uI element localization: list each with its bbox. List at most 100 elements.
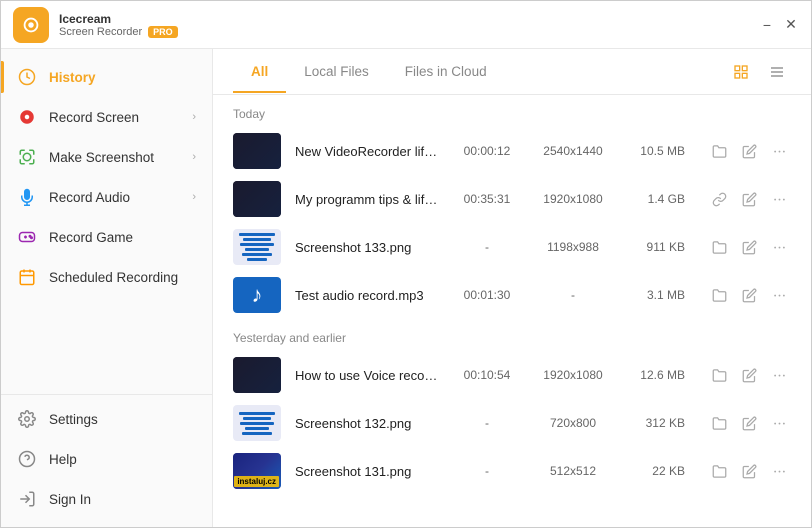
tab-all[interactable]: All: [233, 52, 286, 93]
sidebar-label-help: Help: [49, 452, 77, 467]
folder-button[interactable]: [707, 459, 731, 483]
file-name: How to use Voice recorder.mp4: [295, 368, 441, 383]
table-row[interactable]: My programm tips & lifehacks.mp4 00:35:3…: [213, 175, 811, 223]
more-button[interactable]: [767, 187, 791, 211]
more-button[interactable]: [767, 363, 791, 387]
link-button[interactable]: [707, 187, 731, 211]
file-thumbnail: [233, 229, 281, 265]
app-title-block: Icecream Screen Recorder PRO: [59, 12, 759, 38]
edit-button[interactable]: [737, 187, 761, 211]
sidebar-label-settings: Settings: [49, 412, 98, 427]
edit-button[interactable]: [737, 411, 761, 435]
folder-button[interactable]: [707, 411, 731, 435]
file-size: 911 KB: [627, 240, 685, 254]
schedule-icon: [17, 267, 37, 287]
file-duration: 00:35:31: [455, 192, 519, 206]
file-actions: [707, 187, 791, 211]
file-thumbnail: ♪: [233, 277, 281, 313]
file-duration: -: [455, 464, 519, 478]
title-bar: Icecream Screen Recorder PRO − ✕: [1, 1, 811, 49]
file-thumbnail: [233, 133, 281, 169]
history-icon: [17, 67, 37, 87]
chevron-right-icon3: ›: [192, 191, 196, 203]
file-name: New VideoRecorder lifehacks.mp4: [295, 144, 441, 159]
help-icon: [17, 449, 37, 469]
grid-view-button[interactable]: [727, 58, 755, 86]
audio-icon: [17, 187, 37, 207]
more-button[interactable]: [767, 411, 791, 435]
sidebar-item-audio[interactable]: Record Audio ›: [1, 177, 212, 217]
sidebar-label-schedule: Scheduled Recording: [49, 270, 178, 285]
more-button[interactable]: [767, 139, 791, 163]
file-duration: -: [455, 240, 519, 254]
screenshot-icon: [17, 147, 37, 167]
edit-button[interactable]: [737, 235, 761, 259]
sidebar-item-help[interactable]: Help: [1, 439, 212, 479]
folder-button[interactable]: [707, 235, 731, 259]
edit-button[interactable]: [737, 139, 761, 163]
sidebar-item-record-screen[interactable]: Record Screen ›: [1, 97, 212, 137]
file-name: My programm tips & lifehacks.mp4: [295, 192, 441, 207]
file-duration: 00:00:12: [455, 144, 519, 158]
more-button[interactable]: [767, 283, 791, 307]
tab-local-files[interactable]: Local Files: [286, 52, 387, 93]
section-header-today: Today: [213, 95, 811, 127]
table-row[interactable]: New VideoRecorder lifehacks.mp4 00:00:12…: [213, 127, 811, 175]
sidebar-label-game: Record Game: [49, 230, 133, 245]
file-actions: [707, 363, 791, 387]
sidebar-item-schedule[interactable]: Scheduled Recording: [1, 257, 212, 297]
sidebar-item-history[interactable]: History: [1, 57, 212, 97]
app-window: Icecream Screen Recorder PRO − ✕: [0, 0, 812, 528]
tab-files-in-cloud[interactable]: Files in Cloud: [387, 52, 505, 93]
file-thumbnail: [233, 405, 281, 441]
folder-button[interactable]: [707, 139, 731, 163]
app-logo: [13, 7, 49, 43]
edit-button[interactable]: [737, 459, 761, 483]
file-duration: -: [455, 416, 519, 430]
folder-button[interactable]: [707, 283, 731, 307]
file-size: 10.5 MB: [627, 144, 685, 158]
table-row[interactable]: Screenshot 132.png - 720x800 312 KB: [213, 399, 811, 447]
sidebar-item-game[interactable]: Record Game: [1, 217, 212, 257]
sidebar-item-signin[interactable]: Sign In: [1, 479, 212, 519]
file-resolution: 512x512: [533, 464, 613, 478]
edit-button[interactable]: [737, 283, 761, 307]
edit-button[interactable]: [737, 363, 761, 387]
more-button[interactable]: [767, 235, 791, 259]
file-actions: [707, 411, 791, 435]
app-sub: Screen Recorder PRO: [59, 26, 759, 38]
sidebar-item-settings[interactable]: Settings: [1, 399, 212, 439]
file-resolution: 1920x1080: [533, 368, 613, 382]
chevron-right-icon2: ›: [192, 151, 196, 163]
sidebar-bottom: Settings Help: [1, 394, 212, 519]
list-view-button[interactable]: [763, 58, 791, 86]
file-size: 1.4 GB: [627, 192, 685, 206]
app-name: Icecream: [59, 12, 759, 26]
table-row[interactable]: instaluj.cz Screenshot 131.png - 512x512…: [213, 447, 811, 495]
sidebar-item-screenshot[interactable]: Make Screenshot ›: [1, 137, 212, 177]
more-button[interactable]: [767, 459, 791, 483]
minimize-button[interactable]: −: [759, 17, 775, 33]
chevron-right-icon: ›: [192, 111, 196, 123]
close-button[interactable]: ✕: [783, 17, 799, 33]
sidebar-label-history: History: [49, 70, 96, 85]
folder-button[interactable]: [707, 363, 731, 387]
sidebar-label-audio: Record Audio: [49, 190, 130, 205]
file-name: Screenshot 133.png: [295, 240, 441, 255]
sidebar-label-screenshot: Make Screenshot: [49, 150, 154, 165]
file-size: 22 KB: [627, 464, 685, 478]
tabs-bar: All Local Files Files in Cloud: [213, 49, 811, 95]
pro-badge: PRO: [148, 26, 178, 38]
table-row[interactable]: How to use Voice recorder.mp4 00:10:54 1…: [213, 351, 811, 399]
file-name: Screenshot 132.png: [295, 416, 441, 431]
file-resolution: -: [533, 288, 613, 302]
table-row[interactable]: ♪ Test audio record.mp3 00:01:30 - 3.1 M…: [213, 271, 811, 319]
file-name: Test audio record.mp3: [295, 288, 441, 303]
signin-icon: [17, 489, 37, 509]
sidebar-label-signin: Sign In: [49, 492, 91, 507]
file-actions: [707, 235, 791, 259]
sidebar: History Record Screen ›: [1, 49, 213, 527]
sidebar-label-record-screen: Record Screen: [49, 110, 139, 125]
music-icon: ♪: [252, 282, 263, 308]
table-row[interactable]: Screenshot 133.png - 1198x988 911 KB: [213, 223, 811, 271]
